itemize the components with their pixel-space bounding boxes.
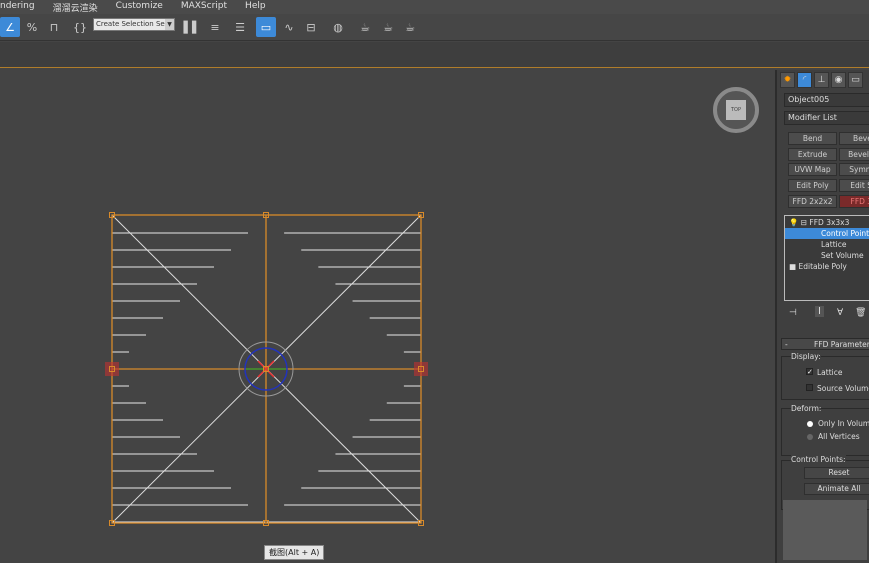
stack-item-label: Editable Poly [798,262,847,271]
make-unique-icon[interactable]: ∀ [837,308,843,318]
layers-icon[interactable]: ☰ [230,17,250,37]
rollout-title: FFD Parameters [814,340,869,349]
menu-help[interactable]: Help [239,0,272,14]
selection-set-text: Create Selection Se [96,20,165,28]
lattice-checkbox[interactable]: ✓ [806,368,813,376]
create-tab-icon[interactable]: ✹ [780,72,795,88]
modifier-edit-poly-button[interactable]: Edit Poly [788,179,837,192]
percent-snap-icon[interactable]: % [22,17,42,37]
stack-item-lattice[interactable]: Lattice [785,239,869,250]
menu-bar: ndering 溜溜云渲染 Customize MAXScript Help [0,0,869,14]
menu-customize[interactable]: Customize [110,0,169,14]
schematic-view-icon[interactable]: ⊟ [301,17,321,37]
source-volume-checkbox[interactable] [806,384,813,391]
selected-control-point [414,362,428,376]
curve-editor-icon[interactable]: ∿ [279,17,299,37]
display-label: Display: [791,352,821,361]
hierarchy-tab-icon[interactable]: ⊥ [814,72,829,88]
ribbon-strip [0,42,869,68]
scene-explorer-icon[interactable]: ▭ [256,17,276,37]
watermark-pixelated [783,500,867,560]
modifier-ffd3-button[interactable]: FFD 3x [839,195,869,208]
main-toolbar: ∠ % ⊓ {} Create Selection Se ▼ ▌▌ ≡ ☰ ▭ ∿… [0,14,869,41]
lattice-label: Lattice [817,368,843,377]
all-vertices-label: All Vertices [818,432,860,441]
only-in-volume-radio[interactable] [807,421,813,427]
modifier-edit-spline-button[interactable]: Edit Sp [839,179,869,192]
modify-tab-icon[interactable]: ◜ [797,72,812,88]
viewcube[interactable]: TOP [713,87,759,133]
menu-rendering[interactable]: ndering [0,0,41,14]
viewcube-face[interactable]: TOP [726,100,746,120]
source-volume-label: Source Volume [817,384,869,393]
stack-item-ffd[interactable]: 💡 ⊟ FFD 3x3x3 [785,217,869,228]
object-name-field[interactable]: Object005 [784,93,869,107]
stack-item-editable-poly[interactable]: ■ Editable Poly [785,261,869,272]
mirror-icon[interactable]: ▌▌ [182,17,202,37]
display-group [781,356,869,400]
stack-item-label: FFD 3x3x3 [809,218,850,227]
menu-maxscript[interactable]: MAXScript [175,0,233,14]
show-end-result-icon[interactable]: Ⅰ [815,306,824,317]
command-panel: ✹ ◜ ⊥ ◉ ▭ Object005 Modifier List Bend B… [775,70,869,563]
modifier-ffd2-button[interactable]: FFD 2x2x2 [788,195,837,208]
pin-stack-icon[interactable]: ⊣ [789,308,797,318]
viewport-top[interactable] [0,70,773,563]
named-selection-set-dropdown[interactable]: Create Selection Se ▼ [93,18,175,31]
display-tab-icon[interactable]: ▭ [848,72,863,88]
modifier-bevel-button[interactable]: Bevel [839,132,869,145]
angle-snap-icon[interactable]: ∠ [0,17,20,37]
modifier-bevel-profile-button[interactable]: Bevel Pr [839,148,869,161]
ffd-parameters-rollout-header[interactable]: - FFD Parameters [781,338,869,350]
stack-item-control-points[interactable]: Control Points [785,228,869,239]
modifier-bend-button[interactable]: Bend [788,132,837,145]
deform-label: Deform: [791,404,822,413]
modifier-uvw-map-button[interactable]: UVW Map [788,163,837,176]
all-vertices-radio[interactable] [807,434,813,440]
edit-named-selection-icon[interactable]: {} [70,17,90,37]
modifier-symmetry-button[interactable]: Symme [839,163,869,176]
render-setup-icon[interactable]: ☕ [355,17,375,37]
rendered-frame-window-icon[interactable]: ☕ [378,17,398,37]
reset-button[interactable]: Reset [804,467,869,479]
modifier-extrude-button[interactable]: Extrude [788,148,837,161]
menu-cloud-render[interactable]: 溜溜云渲染 [47,0,104,14]
material-editor-icon[interactable]: ◍ [328,17,348,37]
align-icon[interactable]: ≡ [205,17,225,37]
modifier-list-dropdown[interactable]: Modifier List [784,111,869,125]
selected-control-point [105,362,119,376]
render-production-icon[interactable]: ☕ [400,17,420,37]
animate-all-button[interactable]: Animate All [804,483,869,495]
modifier-stack: 💡 ⊟ FFD 3x3x3 Control Points Lattice Set… [784,215,869,301]
only-in-volume-label: Only In Volume [818,419,869,428]
lightbulb-icon[interactable]: 💡 [789,218,798,227]
remove-modifier-icon[interactable]: 🗑 [855,308,866,318]
ffd-lattice-drawing [105,212,428,526]
chevron-down-icon: ▼ [165,19,174,30]
stack-item-set-volume[interactable]: Set Volume [785,250,869,261]
motion-tab-icon[interactable]: ◉ [831,72,846,88]
control-points-label: Control Points: [791,455,846,464]
spinner-snap-icon[interactable]: ⊓ [44,17,64,37]
tooltip: 截图(Alt + A) [264,545,325,560]
